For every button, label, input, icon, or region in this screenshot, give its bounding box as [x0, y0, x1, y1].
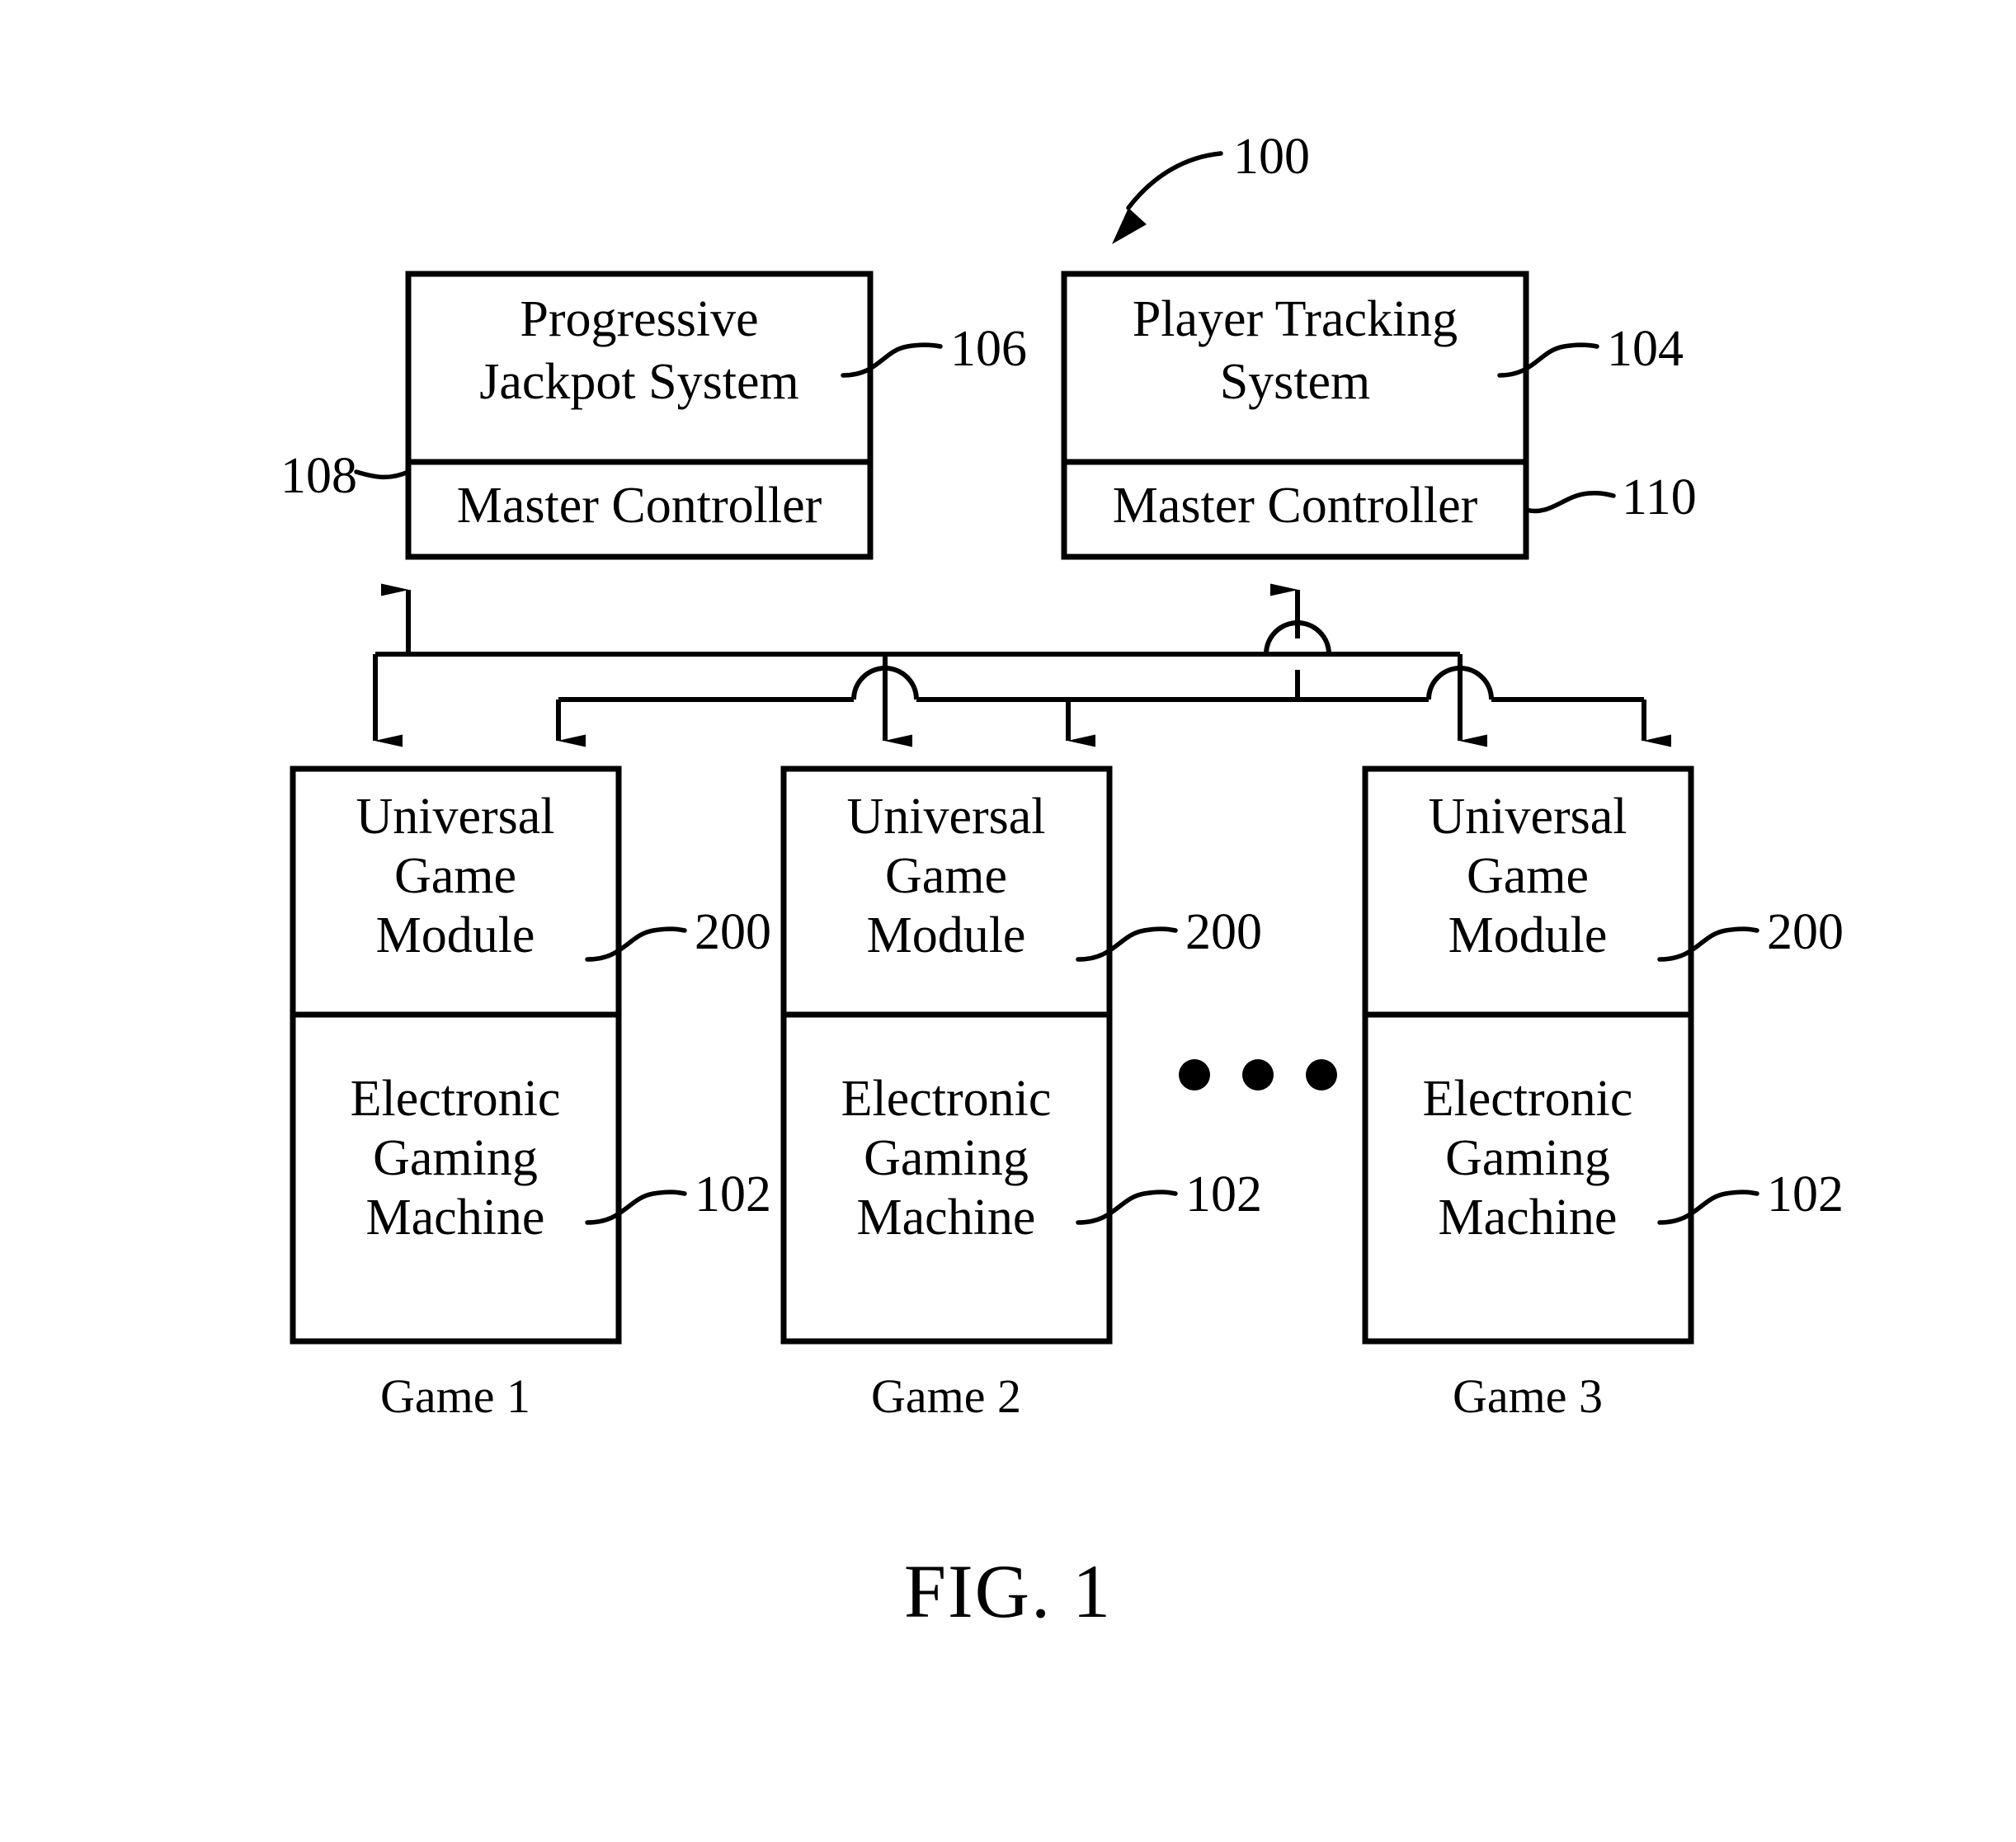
game-2-machine-line-1: Electronic	[841, 1071, 1052, 1127]
game-2-module-line-2: Game	[885, 848, 1007, 904]
game-2-module-line-3: Module	[867, 907, 1026, 963]
game-2-module-line-1: Universal	[846, 789, 1045, 845]
game-1-machine-line-3: Machine	[366, 1190, 545, 1246]
ref-108-leader	[354, 469, 411, 480]
game-3-caption: Game 3	[1453, 1369, 1603, 1423]
game-3-module-line-2: Game	[1467, 848, 1589, 904]
ref-104-label: 104	[1607, 321, 1684, 377]
pjs-title-line-1: Progressive	[520, 291, 758, 347]
game-3-machine-line-2: Gaming	[1445, 1130, 1610, 1186]
game-1-machine-ref-leader	[585, 1190, 687, 1225]
player-tracking-bus	[556, 583, 1671, 747]
ref-106-leader	[841, 342, 943, 378]
game-3-machine-ref-label: 102	[1767, 1166, 1844, 1223]
game-1-module-line-1: Universal	[356, 789, 554, 845]
game-3-module-line-3: Module	[1448, 907, 1608, 963]
game-2-module-ref-leader	[1076, 926, 1178, 962]
game-3-module-line-1: Universal	[1428, 789, 1627, 845]
game-1-module-ref-label: 200	[695, 904, 771, 960]
game-3-machine-ref-leader	[1657, 1190, 1759, 1225]
ellipsis-indicator	[1179, 1059, 1337, 1091]
pts-title-line-1: Player Tracking	[1133, 291, 1458, 347]
system-ref-100-label: 100	[1233, 129, 1310, 185]
ref-108-label: 108	[280, 448, 357, 504]
game-1-module-line-2: Game	[394, 848, 516, 904]
game-3-module-ref-label: 200	[1767, 904, 1844, 960]
game-3-module-ref-leader	[1657, 926, 1759, 962]
game-1-machine-ref-label: 102	[695, 1166, 771, 1223]
ref-104-leader	[1497, 342, 1599, 378]
game-1-machine-line-1: Electronic	[351, 1071, 561, 1127]
game-2-module-ref-label: 200	[1185, 904, 1262, 960]
game-2-machine-line-3: Machine	[857, 1190, 1036, 1246]
patent-figure: 100 Progressive Jackpot System Master Co…	[0, 0, 2016, 1842]
game-3-machine-line-3: Machine	[1439, 1190, 1618, 1246]
game-1-module-ref-leader	[585, 926, 687, 962]
system-ref-100-leader	[1112, 151, 1223, 244]
game-2-machine-line-2: Gaming	[864, 1130, 1029, 1186]
ref-106-label: 106	[950, 321, 1027, 377]
ref-110-leader	[1524, 491, 1616, 514]
game-2-caption: Game 2	[871, 1369, 1021, 1423]
game-2-machine-ref-label: 102	[1185, 1166, 1262, 1223]
game-1-caption: Game 1	[380, 1369, 530, 1423]
system-block-diagram: 100 Progressive Jackpot System Master Co…	[280, 129, 1844, 1633]
game-1-machine-line-2: Gaming	[373, 1130, 538, 1186]
game-1-module-line-3: Module	[376, 907, 535, 963]
pts-title-line-2: System	[1220, 354, 1371, 410]
game-3-machine-line-1: Electronic	[1423, 1071, 1633, 1127]
figure-caption: FIG. 1	[904, 1549, 1112, 1633]
pjs-title-line-2: Jackpot System	[479, 354, 798, 410]
pjs-master-controller-label: Master Controller	[457, 478, 822, 534]
pts-master-controller-label: Master Controller	[1113, 478, 1478, 534]
game-2-machine-ref-leader	[1076, 1190, 1178, 1225]
ref-110-label: 110	[1622, 469, 1697, 525]
